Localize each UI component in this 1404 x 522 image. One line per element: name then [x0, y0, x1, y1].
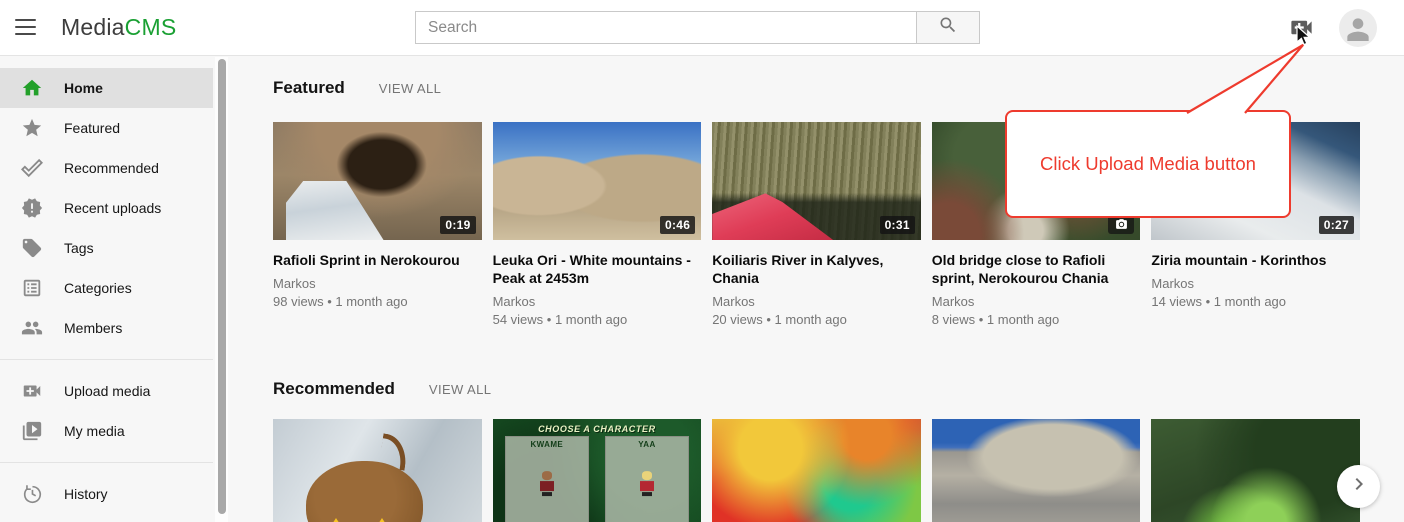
home-icon [21, 77, 43, 99]
tag-icon [21, 237, 43, 259]
chevron-right-icon [1347, 472, 1371, 501]
upload-media-icon [1288, 28, 1315, 45]
logo-cms: CMS [125, 14, 177, 40]
sidebar-label: Tags [64, 240, 94, 256]
video-title[interactable]: Koiliaris River in Kalyves, Chania [712, 251, 921, 287]
recommended-section: Recommended VIEW ALL CHOOSE A CHARACTER … [273, 379, 1360, 522]
media-card [712, 419, 921, 522]
section-title: Recommended [273, 379, 395, 399]
thumbnail-text: CHOOSE A CHARACTER [493, 424, 702, 434]
sidebar-item-members[interactable]: Members [0, 308, 213, 348]
media-card: 0:46 Leuka Ori - White mountains - Peak … [493, 122, 702, 327]
thumbnail-text: YAA [606, 440, 687, 449]
duration-badge: 0:46 [660, 216, 695, 234]
sidebar-divider [0, 359, 213, 360]
video-thumbnail[interactable]: 0:46 [493, 122, 702, 240]
video-meta: 54 views • 1 month ago [493, 312, 702, 327]
video-meta: 14 views • 1 month ago [1151, 294, 1360, 309]
annotation-text: Click Upload Media button [1040, 153, 1256, 175]
categories-icon [21, 277, 43, 299]
person-icon [1342, 13, 1374, 45]
sidebar-label: My media [64, 423, 125, 439]
sidebar-label: Recent uploads [64, 200, 161, 216]
new-releases-icon [21, 197, 43, 219]
video-meta: 98 views • 1 month ago [273, 294, 482, 309]
members-icon [21, 317, 43, 339]
sidebar-item-tags[interactable]: Tags [0, 228, 213, 268]
sidebar-item-categories[interactable]: Categories [0, 268, 213, 308]
thumbnail-text: KWAME [506, 440, 587, 449]
star-icon [21, 117, 43, 139]
video-meta: 8 views • 1 month ago [932, 312, 1141, 327]
scrollbar-thumb[interactable] [218, 59, 226, 514]
media-card: 0:19 Rafioli Sprint in Nerokourou Markos… [273, 122, 482, 327]
sidebar-item-featured[interactable]: Featured [0, 108, 213, 148]
duration-badge: 0:19 [440, 216, 475, 234]
user-avatar[interactable] [1339, 9, 1377, 47]
video-thumbnail[interactable] [712, 419, 921, 522]
duration-badge: 0:27 [1319, 216, 1354, 234]
media-card: 0:31 Koiliaris River in Kalyves, Chania … [712, 122, 921, 327]
view-all-link[interactable]: VIEW ALL [379, 81, 441, 96]
sidebar-item-home[interactable]: Home [0, 68, 213, 108]
sidebar-item-recent-uploads[interactable]: Recent uploads [0, 188, 213, 228]
media-card [1151, 419, 1360, 522]
camera-icon [1115, 218, 1128, 231]
view-all-link[interactable]: VIEW ALL [429, 382, 491, 397]
sidebar-label: Recommended [64, 160, 159, 176]
media-card [932, 419, 1141, 522]
search-bar [415, 11, 980, 44]
search-input[interactable] [415, 11, 917, 44]
video-thumbnail[interactable]: 0:31 [712, 122, 921, 240]
top-bar: MediaCMS [0, 0, 1404, 56]
video-title[interactable]: Old bridge close to Rafioli sprint, Nero… [932, 251, 1141, 287]
history-icon [21, 483, 43, 505]
search-button[interactable] [917, 11, 980, 44]
sidebar-label: Members [64, 320, 122, 336]
upload-media-button[interactable] [1288, 14, 1316, 42]
logo-media: Media [61, 14, 125, 40]
video-title[interactable]: Rafioli Sprint in Nerokourou [273, 251, 482, 269]
logo[interactable]: MediaCMS [61, 14, 176, 41]
sidebar-item-upload-media[interactable]: Upload media [0, 371, 213, 411]
sidebar-item-recommended[interactable]: Recommended [0, 148, 213, 188]
sidebar-divider [0, 462, 213, 463]
menu-icon[interactable] [15, 19, 37, 37]
video-thumbnail[interactable]: 0:19 [273, 122, 482, 240]
sidebar: Home Featured Recommended Recent uploads… [0, 57, 213, 522]
my-media-icon [21, 420, 43, 442]
video-thumbnail[interactable]: CHOOSE A CHARACTER KWAME YAA Selected Se… [493, 419, 702, 522]
video-thumbnail[interactable] [932, 419, 1141, 522]
section-title: Featured [273, 78, 345, 98]
video-author[interactable]: Markos [932, 294, 1141, 309]
video-author[interactable]: Markos [493, 294, 702, 309]
sidebar-label: Upload media [64, 383, 150, 399]
video-author[interactable]: Markos [1151, 276, 1360, 291]
video-thumbnail[interactable] [1151, 419, 1360, 522]
sidebar-label: Categories [64, 280, 132, 296]
video-author[interactable]: Markos [273, 276, 482, 291]
carousel-next-button[interactable] [1337, 465, 1380, 508]
sidebar-label: Featured [64, 120, 120, 136]
sidebar-item-my-media[interactable]: My media [0, 411, 213, 451]
duration-badge: 0:31 [880, 216, 915, 234]
done-icon [21, 157, 43, 179]
video-title[interactable]: Leuka Ori - White mountains - Peak at 24… [493, 251, 702, 287]
sidebar-label: Home [64, 80, 103, 96]
annotation-callout: Click Upload Media button [1005, 110, 1291, 218]
video-thumbnail[interactable] [273, 419, 482, 522]
sidebar-label: History [64, 486, 108, 502]
video-author[interactable]: Markos [712, 294, 921, 309]
media-card: CHOOSE A CHARACTER KWAME YAA Selected Se… [493, 419, 702, 522]
video-title[interactable]: Ziria mountain - Korinthos [1151, 251, 1360, 269]
sidebar-item-history[interactable]: History [0, 474, 213, 514]
upload-media-icon [21, 380, 43, 402]
video-meta: 20 views • 1 month ago [712, 312, 921, 327]
sidebar-scrollbar[interactable] [215, 57, 228, 522]
search-icon [938, 15, 958, 40]
media-card [273, 419, 482, 522]
